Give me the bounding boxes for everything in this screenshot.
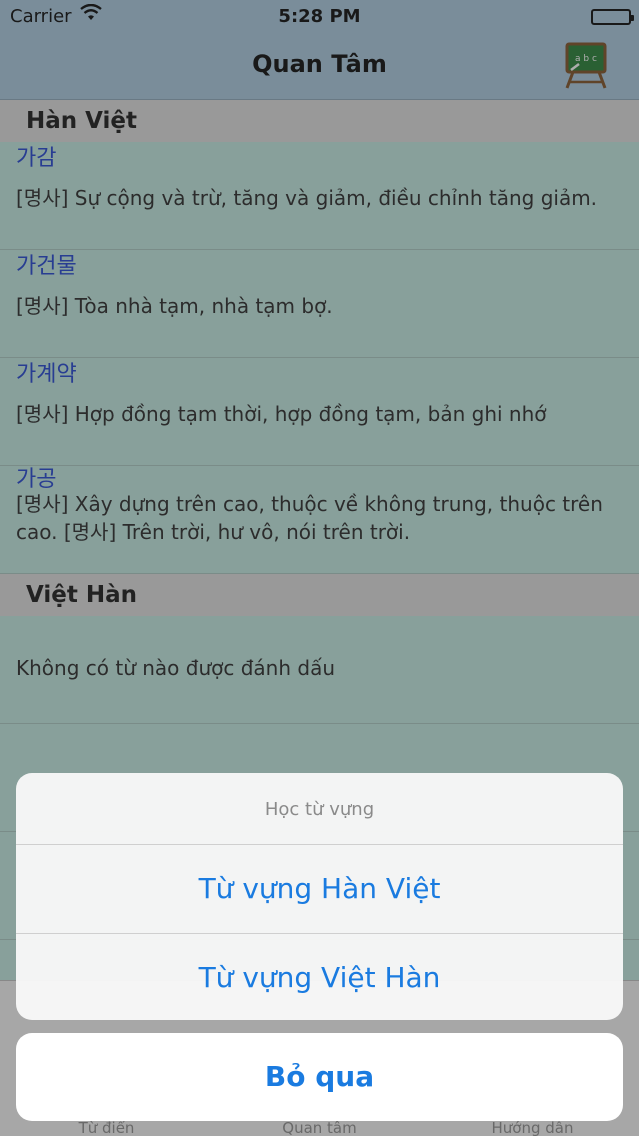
action-sheet: Học từ vựng Từ vựng Hàn Việt Từ vựng Việ… [16, 773, 623, 1020]
han-viet-vocab-button[interactable]: Từ vựng Hàn Việt [16, 845, 623, 933]
action-sheet-title: Học từ vựng [16, 773, 623, 845]
viet-han-vocab-button[interactable]: Từ vựng Việt Hàn [16, 933, 623, 1020]
cancel-button[interactable]: Bỏ qua [16, 1033, 623, 1121]
